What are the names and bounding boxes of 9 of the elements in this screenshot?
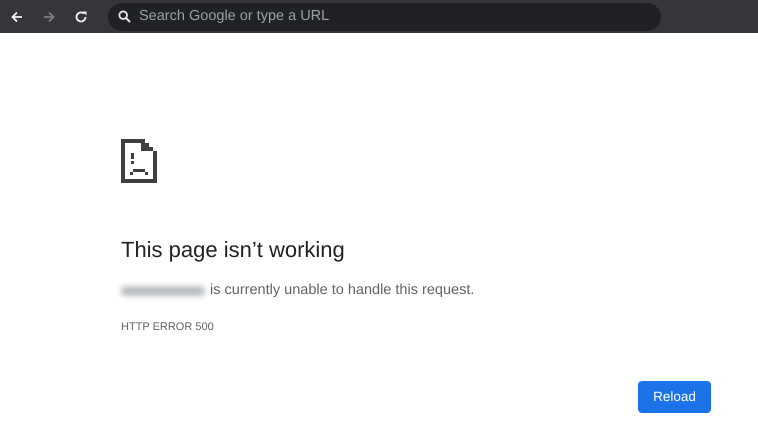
search-icon (118, 10, 131, 23)
address-bar[interactable]: Search Google or type a URL (108, 2, 661, 30)
reload-button[interactable]: Reload (638, 381, 711, 413)
sad-file-icon (121, 139, 157, 183)
error-code: HTTP ERROR 500 (121, 320, 215, 336)
address-field[interactable]: Search Google or type a URL (131, 4, 651, 28)
reload-icon (73, 8, 89, 24)
error-message: is currently unable to handle this request. (210, 281, 474, 300)
error-title: This page isn’t working (121, 237, 346, 264)
